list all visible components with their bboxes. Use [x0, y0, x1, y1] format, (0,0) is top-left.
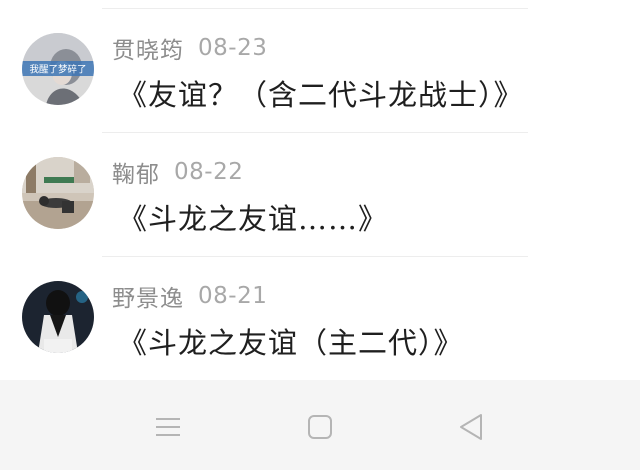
- avatar-image: [22, 281, 94, 353]
- post-meta: 鞠郁 08-22: [112, 155, 244, 189]
- system-navigation-bar: [0, 380, 640, 470]
- author-name[interactable]: 野景逸: [112, 279, 184, 313]
- post-list: 我醒了梦碎了 贯晓筠 08-23 《友谊？（含二代斗龙战士）》 鞠郁 08-22…: [0, 9, 640, 381]
- home-square-icon: [308, 415, 332, 439]
- avatar[interactable]: [22, 281, 94, 353]
- avatar[interactable]: 我醒了梦碎了: [22, 33, 94, 105]
- post-date: 08-22: [174, 159, 244, 185]
- post-title[interactable]: 《斗龙之友谊（主二代）》: [118, 320, 464, 362]
- avatar[interactable]: [22, 157, 94, 229]
- avatar-image: 我醒了梦碎了: [22, 33, 94, 105]
- author-name[interactable]: 贯晓筠: [112, 31, 184, 65]
- post-meta: 野景逸 08-21: [112, 279, 268, 313]
- list-item[interactable]: 野景逸 08-21 《斗龙之友谊（主二代）》: [0, 257, 640, 381]
- avatar-caption: 我醒了梦碎了: [29, 64, 86, 76]
- back-triangle-icon: [460, 414, 482, 440]
- back-button[interactable]: [449, 405, 493, 449]
- post-date: 08-23: [198, 35, 268, 61]
- post-title[interactable]: 《友谊？（含二代斗龙战士）》: [118, 72, 524, 114]
- menu-icon: [156, 418, 180, 436]
- list-item[interactable]: 鞠郁 08-22 《斗龙之友谊……》: [0, 133, 640, 257]
- author-name[interactable]: 鞠郁: [112, 155, 160, 189]
- post-title[interactable]: 《斗龙之友谊……》: [118, 196, 388, 238]
- post-date: 08-21: [198, 283, 268, 309]
- home-button[interactable]: [298, 405, 342, 449]
- screen: 我醒了梦碎了 贯晓筠 08-23 《友谊？（含二代斗龙战士）》 鞠郁 08-22…: [0, 0, 640, 470]
- menu-button[interactable]: [146, 405, 190, 449]
- avatar-image: [22, 157, 94, 229]
- list-item[interactable]: 我醒了梦碎了 贯晓筠 08-23 《友谊？（含二代斗龙战士）》: [0, 9, 640, 133]
- post-meta: 贯晓筠 08-23: [112, 31, 268, 65]
